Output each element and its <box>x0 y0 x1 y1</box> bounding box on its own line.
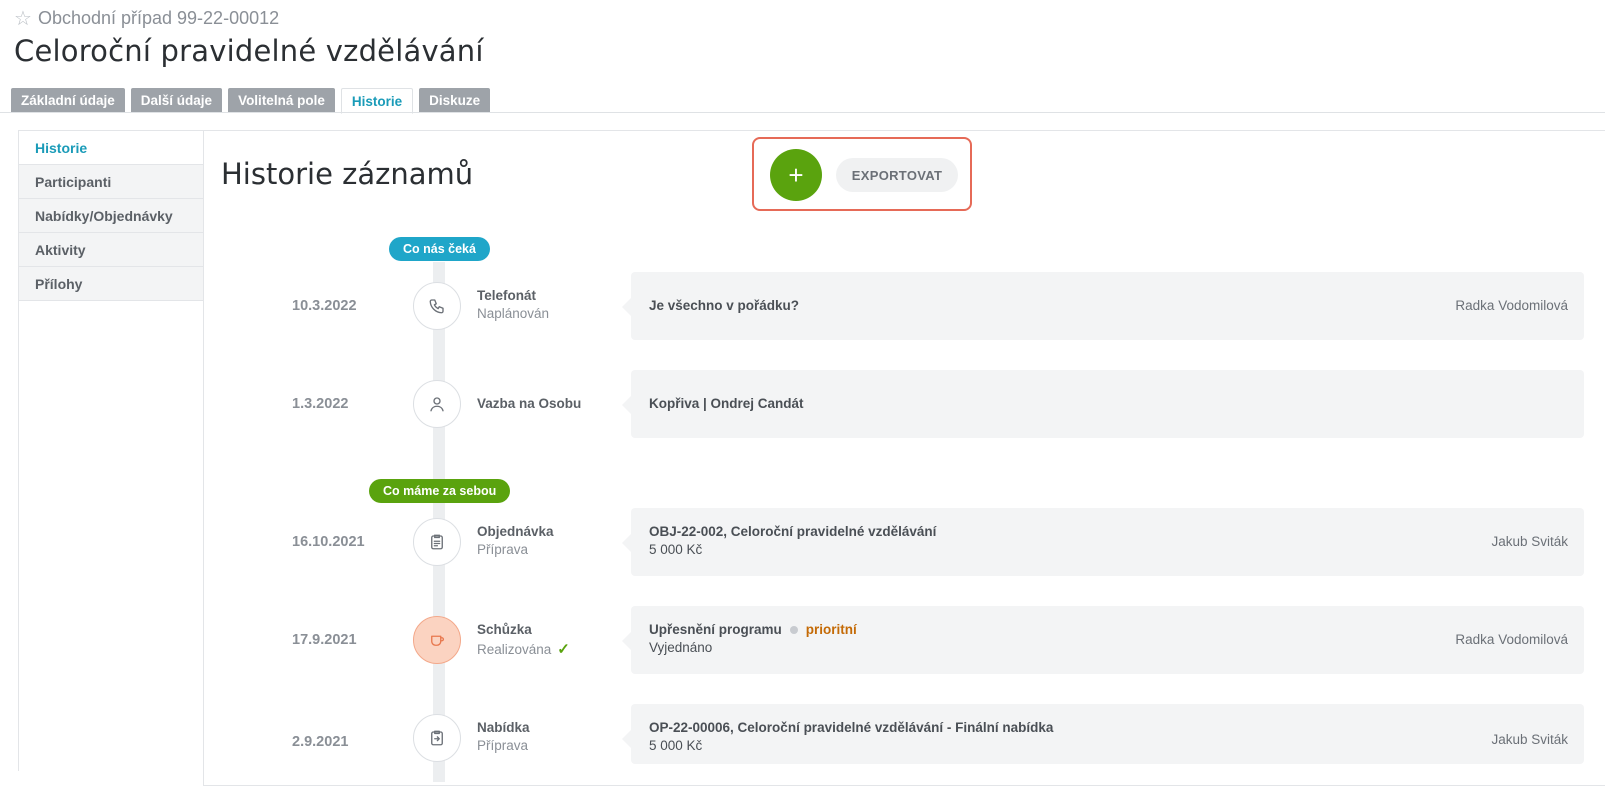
timeline-entry: 1.3.2022 Vazba na Osobu Kopřiva | Ondrej… <box>0 370 1605 440</box>
entry-type-block: Telefonát Naplánován <box>477 288 549 321</box>
record-subtitle: ☆ Obchodní případ 99-22-00012 <box>14 8 279 29</box>
entry-owner: Jakub Sviták <box>1491 732 1568 747</box>
entry-content: OBJ-22-002, Celoroční pravidelné vzděláv… <box>649 524 936 557</box>
entry-status: Příprava <box>477 542 529 557</box>
entry-content: Upřesnění programu prioritní Vyjednáno <box>649 622 857 655</box>
entry-type: Telefonát <box>477 288 537 303</box>
entry-type: Nabídka <box>477 720 530 735</box>
priority-badge: prioritní <box>805 622 857 637</box>
entry-owner: Radka Vodomilová <box>1455 632 1568 647</box>
entry-result: Vyjednáno <box>649 640 713 655</box>
sidebar-item-participants[interactable]: Participanti <box>19 164 203 198</box>
entry-date: 10.3.2022 <box>292 298 357 314</box>
entry-status: Příprava <box>477 738 529 753</box>
entry-amount: 5 000 Kč <box>649 738 703 753</box>
entry-status: Naplánován <box>477 306 550 321</box>
entry-type-block: Objednávka Příprava <box>477 524 554 557</box>
tab-discussion[interactable]: Diskuze <box>419 88 491 112</box>
offer-icon[interactable] <box>413 714 461 762</box>
entry-date: 2.9.2021 <box>292 734 349 750</box>
tab-more-info[interactable]: Další údaje <box>130 88 223 112</box>
record-number: Obchodní případ 99-22-00012 <box>37 8 280 28</box>
entry-content: OP-22-00006, Celoroční pravidelné vzdělá… <box>649 720 1053 753</box>
entry-type-block: Schůzka Realizována ✓ <box>477 622 570 658</box>
tab-basic-info[interactable]: Základní údaje <box>11 88 125 112</box>
entry-type: Objednávka <box>477 524 554 539</box>
entry-owner: Jakub Sviták <box>1491 534 1568 549</box>
entry-title: Kopřiva | Ondrej Candát <box>649 396 804 411</box>
entry-title-row: Upřesnění programu prioritní <box>649 622 857 637</box>
entry-title: OBJ-22-002, Celoroční pravidelné vzděláv… <box>649 524 937 539</box>
tab-optional-fields[interactable]: Volitelná pole <box>228 88 335 112</box>
star-icon[interactable]: ☆ <box>14 9 32 29</box>
entry-card[interactable]: OP-22-00006, Celoroční pravidelné vzdělá… <box>622 704 1584 764</box>
timeline-entry: 17.9.2021 Schůzka Realizována ✓ Upřesněn… <box>0 606 1605 676</box>
tab-history[interactable]: Historie <box>340 88 414 114</box>
entry-card[interactable]: Kopřiva | Ondrej Candát <box>622 370 1584 438</box>
entry-title: Upřesnění programu <box>649 622 782 637</box>
entry-status: Realizována ✓ <box>477 641 570 658</box>
entry-owner: Radka Vodomilová <box>1455 298 1568 313</box>
entry-date: 16.10.2021 <box>292 534 365 550</box>
entry-date: 17.9.2021 <box>292 632 357 648</box>
entry-type: Schůzka <box>477 622 532 637</box>
sidebar-item-history[interactable]: Historie <box>19 131 203 164</box>
person-icon[interactable] <box>413 380 461 428</box>
entry-card[interactable]: Je všechno v pořádku? Radka Vodomilová <box>622 272 1584 340</box>
page-title: Celoroční pravidelné vzdělávání <box>14 34 484 68</box>
entry-title: Je všechno v pořádku? <box>649 298 800 313</box>
section-title: Historie záznamů <box>221 157 474 191</box>
separator-dot <box>789 625 798 634</box>
past-badge: Co máme za sebou <box>369 479 511 503</box>
sidebar-item-activities[interactable]: Aktivity <box>19 232 203 266</box>
entry-type-block: Vazba na Osobu <box>477 396 581 411</box>
entry-amount: 5 000 Kč <box>649 542 703 557</box>
phone-icon[interactable] <box>413 282 461 330</box>
order-icon[interactable] <box>413 518 461 566</box>
check-icon: ✓ <box>557 641 570 658</box>
entry-date: 1.3.2022 <box>292 396 349 412</box>
export-button[interactable]: EXPORTOVAT <box>836 158 958 192</box>
entry-title: OP-22-00006, Celoroční pravidelné vzdělá… <box>649 720 1054 735</box>
timeline-entry: 2.9.2021 Nabídka Příprava OP-22-00006, C… <box>0 704 1605 764</box>
content-bottom-border <box>203 785 1605 786</box>
entry-card[interactable]: Upřesnění programu prioritní Vyjednáno R… <box>622 606 1584 674</box>
tab-bar: Základní údaje Další údaje Volitelná pol… <box>11 88 491 114</box>
timeline-entry: 16.10.2021 Objednávka Příprava OBJ-22-00… <box>0 508 1605 578</box>
sidebar-item-offers-orders[interactable]: Nabídky/Objednávky <box>19 198 203 232</box>
timeline-entry: 10.3.2022 Telefonát Naplánován Je všechn… <box>0 272 1605 342</box>
entry-type: Vazba na Osobu <box>477 396 582 411</box>
entry-type-block: Nabídka Příprava <box>477 720 530 753</box>
entry-card[interactable]: OBJ-22-002, Celoroční pravidelné vzděláv… <box>622 508 1584 576</box>
add-button[interactable]: + <box>770 149 822 201</box>
cup-icon[interactable] <box>413 616 461 664</box>
tabs-divider <box>0 112 1605 113</box>
upcoming-badge: Co nás čeká <box>389 237 490 261</box>
